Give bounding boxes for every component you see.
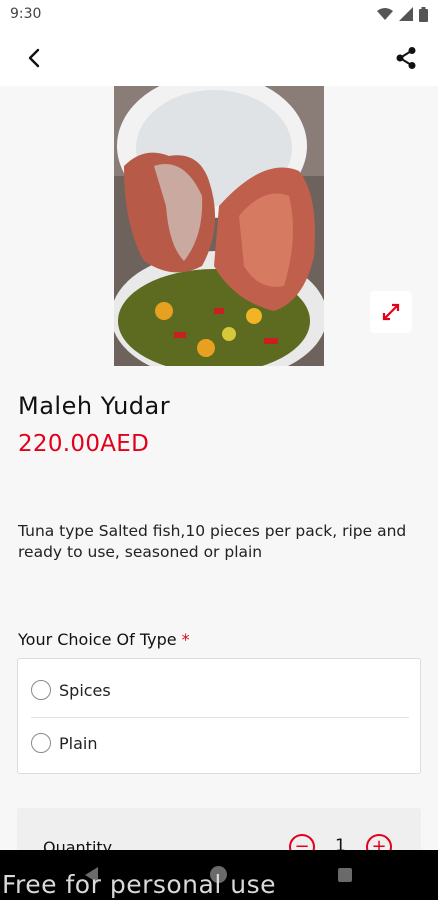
option-label: Spices <box>59 680 111 700</box>
product-price: 220.00AED <box>18 431 150 457</box>
expand-image-button[interactable] <box>370 291 412 333</box>
nav-recents-icon[interactable] <box>338 868 352 882</box>
option-plain[interactable]: Plain <box>18 717 422 769</box>
expand-icon <box>382 303 400 321</box>
radio-button[interactable] <box>31 680 51 700</box>
option-label: Plain <box>59 733 98 753</box>
watermark-text: Free for personal use <box>2 870 276 899</box>
option-spices[interactable]: Spices <box>18 664 422 716</box>
arrow-back-icon <box>28 48 40 68</box>
product-image[interactable] <box>114 86 324 366</box>
status-time: 9:30 <box>10 6 42 22</box>
share-icon <box>396 47 416 69</box>
signal-icon <box>399 7 413 21</box>
radio-button[interactable] <box>31 733 51 753</box>
status-icons <box>377 6 428 22</box>
battery-icon <box>419 6 428 22</box>
wifi-icon <box>377 8 393 20</box>
choice-section-label: Your Choice Of Type * <box>18 630 190 649</box>
product-description: Tuna type Salted fish,10 pieces per pack… <box>18 522 407 561</box>
type-options-group: Spices Plain <box>17 658 421 774</box>
back-button[interactable] <box>18 42 50 74</box>
required-mark: * <box>181 630 190 649</box>
status-bar: 9:30 <box>0 0 438 28</box>
app-bar <box>0 28 438 86</box>
choice-label-text: Your Choice Of Type <box>18 630 177 649</box>
product-title: Maleh Yudar <box>18 392 171 420</box>
product-photo <box>114 86 324 366</box>
share-button[interactable] <box>390 42 422 74</box>
